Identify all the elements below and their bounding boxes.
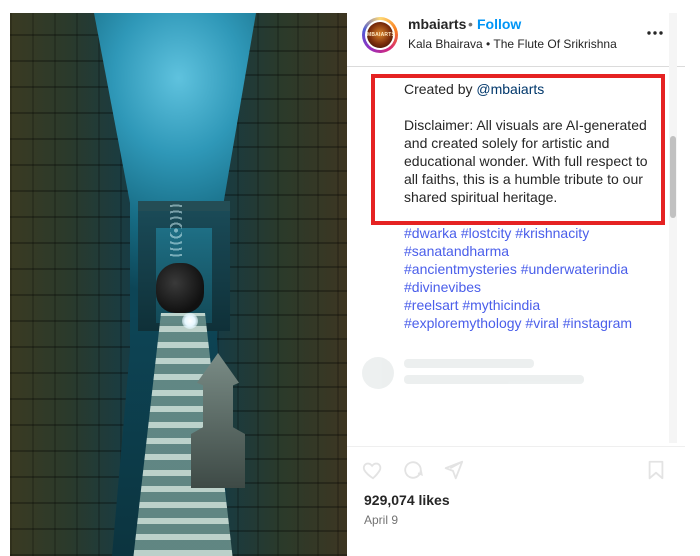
hashtag-link[interactable]: #mythicindia <box>462 297 540 313</box>
caption-highlight-box <box>371 74 665 225</box>
likes-count[interactable]: 929,074 likes <box>364 492 450 508</box>
hashtag-link[interactable]: #viral <box>525 315 558 331</box>
hashtag-link[interactable]: #instagram <box>563 315 632 331</box>
avatar[interactable]: MBAIARTS <box>362 17 398 53</box>
hashtag-link[interactable]: #ancientmysteries <box>404 261 517 277</box>
header-divider <box>347 66 685 67</box>
hashtag-link[interactable]: #underwaterindia <box>521 261 628 277</box>
faded-comment <box>362 353 662 393</box>
heart-icon[interactable] <box>362 459 384 481</box>
bookmark-icon[interactable] <box>645 459 667 481</box>
post-media[interactable] <box>10 13 347 556</box>
hashtag-line: #divinevibes <box>404 278 662 296</box>
avatar-image: MBAIARTS <box>367 22 395 48</box>
temple-wall-left <box>10 13 130 556</box>
actions-divider <box>347 446 685 447</box>
post-dialog: MBAIARTS mbaiarts • Follow Kala Bhairava… <box>0 0 700 556</box>
hashtag-link[interactable]: #krishnacity <box>515 225 589 241</box>
separator-dot: • <box>468 16 473 32</box>
hashtag-link[interactable]: #exploremythology <box>404 315 522 331</box>
scuba-diver <box>156 263 204 313</box>
hashtag-line: #ancientmysteries #underwaterindia <box>404 260 662 278</box>
hashtag-link[interactable]: #divinevibes <box>404 279 481 295</box>
hashtag-link[interactable]: #lostcity <box>461 225 512 241</box>
hashtag-line: #sanatandharma <box>404 242 662 260</box>
more-horizontal-icon[interactable] <box>645 23 665 43</box>
hashtag-link[interactable]: #dwarka <box>404 225 457 241</box>
comment-avatar <box>362 357 394 389</box>
bubbles <box>170 203 182 258</box>
action-bar <box>347 453 685 487</box>
diver-torch-light <box>182 313 198 329</box>
hashtag-line: #exploremythology #viral #instagram <box>404 314 662 332</box>
scrollbar-track[interactable] <box>669 13 677 443</box>
audio-track-link[interactable]: Kala Bhairava • The Flute Of Srikrishna <box>408 37 617 51</box>
comment-placeholder-line <box>404 375 584 384</box>
hashtag-line: #reelsart #mythicindia <box>404 296 662 314</box>
share-icon[interactable] <box>442 459 464 481</box>
comment-placeholder-line <box>404 359 534 368</box>
hashtag-link[interactable]: #reelsart <box>404 297 458 313</box>
hashtag-list: #dwarka #lostcity #krishnacity #sanatand… <box>404 224 662 332</box>
hashtag-line: #dwarka #lostcity #krishnacity <box>404 224 662 242</box>
hashtag-link[interactable]: #sanatandharma <box>404 243 509 259</box>
avatar-ring: MBAIARTS <box>365 20 395 50</box>
username-link[interactable]: mbaiarts <box>408 16 466 32</box>
comment-icon[interactable] <box>402 459 424 481</box>
more-horizontal-icon-svg <box>647 31 663 35</box>
follow-button[interactable]: Follow <box>477 16 521 32</box>
post-date[interactable]: April 9 <box>364 513 398 527</box>
scrollbar-thumb[interactable] <box>670 136 676 218</box>
